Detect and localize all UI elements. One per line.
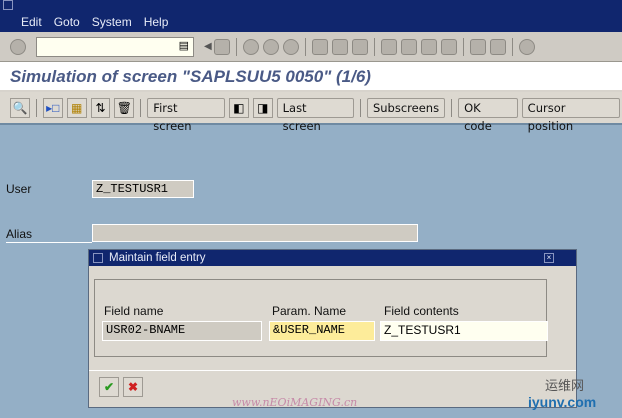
cancel-icon[interactable] xyxy=(282,38,299,55)
next-screen-icon[interactable]: ◨ xyxy=(252,97,273,118)
ok-code-button[interactable]: OK code xyxy=(458,97,518,133)
dialog-title-bar: Maintain field entry × xyxy=(89,250,576,266)
field-name-header: Field name xyxy=(104,304,164,318)
display-icon[interactable]: 🔍 xyxy=(10,97,30,118)
last-page-icon[interactable] xyxy=(440,38,457,55)
window-menu-icon[interactable] xyxy=(3,0,13,10)
new-session-icon[interactable] xyxy=(469,38,486,55)
field-entry-group: Field name Param. Name Field contents US… xyxy=(94,279,548,357)
menu-goto[interactable]: Goto xyxy=(54,15,80,29)
print-icon[interactable] xyxy=(311,38,328,55)
command-history-icon[interactable]: ▤ xyxy=(179,39,189,52)
collapse-icon[interactable]: ◀ xyxy=(204,41,212,52)
alias-field[interactable] xyxy=(92,224,418,242)
user-label: User xyxy=(6,182,32,196)
window-title-bar xyxy=(0,0,622,12)
menu-bar: Edit Goto System Help xyxy=(0,12,622,32)
last-screen-button[interactable]: Last screen xyxy=(276,97,354,133)
cancel-x-icon[interactable]: ✖ xyxy=(123,377,143,397)
watermark-cn: 运维网 xyxy=(545,378,585,393)
field-icon[interactable]: ▸□ xyxy=(42,97,63,118)
param-name-input[interactable]: &USER_NAME xyxy=(269,321,375,341)
save-icon[interactable] xyxy=(213,38,230,55)
first-screen-button[interactable]: First screen xyxy=(147,97,225,133)
command-field[interactable]: ▤ xyxy=(36,36,194,57)
exit-icon[interactable] xyxy=(262,38,279,55)
watermark-iyunv: iyunv.com xyxy=(528,394,597,410)
first-page-icon[interactable] xyxy=(380,38,397,55)
insert-icon[interactable]: ▦ xyxy=(66,97,87,118)
field-name-value: USR02-BNAME xyxy=(102,321,262,341)
field-contents-header: Field contents xyxy=(384,304,459,318)
back-icon[interactable] xyxy=(242,38,259,55)
field-contents-input[interactable]: Z_TESTUSR1 xyxy=(380,321,548,341)
close-icon[interactable]: × xyxy=(544,253,554,263)
shortcut-icon[interactable] xyxy=(489,38,506,55)
dialog-title: Maintain field entry xyxy=(109,252,206,264)
user-field[interactable]: Z_TESTUSR1 xyxy=(92,180,194,198)
previous-screen-icon[interactable]: ◧ xyxy=(228,97,249,118)
subscreens-button[interactable]: Subscreens xyxy=(366,97,446,118)
previous-page-icon[interactable] xyxy=(400,38,417,55)
find-next-icon[interactable] xyxy=(351,38,368,55)
page-title: Simulation of screen "SAPLSUU5 0050" (1/… xyxy=(0,62,622,92)
move-icon[interactable]: ⇅ xyxy=(90,97,111,118)
dialog-menu-icon[interactable] xyxy=(93,253,103,263)
help-icon[interactable] xyxy=(518,38,535,55)
delete-icon[interactable]: 🗑 xyxy=(114,97,135,118)
enter-icon[interactable] xyxy=(10,38,26,55)
cursor-position-button[interactable]: Cursor position xyxy=(521,97,621,133)
alias-label: Alias xyxy=(6,227,33,241)
watermark-neoimaging: www.nEOiMAGING.cn xyxy=(232,396,358,409)
menu-edit[interactable]: Edit xyxy=(21,15,42,29)
alias-underline xyxy=(6,242,92,243)
param-name-header: Param. Name xyxy=(272,304,347,318)
maintain-field-entry-dialog: Maintain field entry × Field name Param.… xyxy=(88,249,577,408)
application-toolbar: 🔍 ▸□ ▦ ⇅ 🗑 First screen ◧ ◨ Last screen … xyxy=(0,92,622,133)
find-icon[interactable] xyxy=(331,38,348,55)
menu-system[interactable]: System xyxy=(92,15,132,29)
next-page-icon[interactable] xyxy=(420,38,437,55)
system-toolbar: ▤ ◀ xyxy=(0,32,622,62)
menu-help[interactable]: Help xyxy=(144,15,169,29)
confirm-check-icon[interactable]: ✔ xyxy=(99,377,119,397)
